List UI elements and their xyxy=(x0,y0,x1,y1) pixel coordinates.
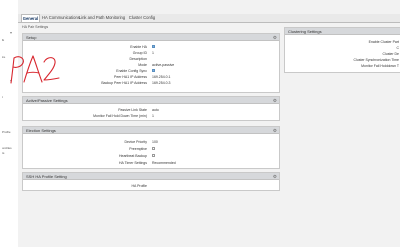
heartbeat-backup-label: Heartbeat Backup xyxy=(118,154,147,158)
panel-title: SSH HA Profile Setting xyxy=(26,174,67,180)
left-navigation-sidebar: ▾ lk ire ▾ t Profile orofiles ts xyxy=(0,0,19,247)
gear-icon[interactable]: ⚙ xyxy=(273,174,277,179)
cluster-description-label: Cluster De xyxy=(382,52,399,56)
ha-timer-settings-label: HA Timer Settings xyxy=(118,161,147,165)
chevron-icon[interactable]: ▾ xyxy=(10,30,12,35)
clustering-settings-panel: Clustering Settings Enable Cluster Part … xyxy=(284,27,400,73)
description-label: Description xyxy=(129,57,147,61)
group-id-label: Group ID xyxy=(132,51,147,55)
main-content: General HA Communications Link and Path … xyxy=(18,0,400,247)
panel-title: Election Settings xyxy=(26,128,56,134)
monitor-fail-holddown-label: Monitor Fail Holddown T xyxy=(361,64,399,68)
preemptive-label: Preemptive xyxy=(129,147,147,151)
monitor-fail-hold-down-label: Monitor Fail Hold Down Time (min) xyxy=(93,114,147,118)
tab-bar: General HA Communications Link and Path … xyxy=(18,14,400,23)
sidebar-item[interactable]: t xyxy=(2,95,3,99)
tab-cluster-config[interactable]: Cluster Config xyxy=(128,14,156,22)
monitor-fail-hold-down-value: 1 xyxy=(152,114,154,118)
gear-icon[interactable]: ⚙ xyxy=(273,128,277,133)
enable-config-sync-label: Enable Config Sync xyxy=(116,69,147,73)
heartbeat-backup-checkbox[interactable] xyxy=(152,154,156,158)
panel-header: Election Settings ⚙ xyxy=(23,127,279,134)
cluster-sync-time-label: Cluster Synchronization Time xyxy=(353,58,399,62)
sidebar-item[interactable]: lk xyxy=(2,38,4,42)
backup-peer-ha1-ip-value: 169.254.0.3 xyxy=(152,81,171,85)
panel-header: Setup ⚙ xyxy=(23,34,279,41)
ssh-ha-profile-panel: SSH HA Profile Setting ⚙ HA Profile xyxy=(22,172,280,191)
active-passive-panel: Active/Passive Settings ⚙ Passive Link S… xyxy=(22,96,280,121)
enable-ha-label: Enable HA xyxy=(130,45,147,49)
device-priority-value: 100 xyxy=(152,140,158,144)
tab-general[interactable]: General xyxy=(21,14,40,22)
device-priority-label: Device Priority xyxy=(124,140,147,144)
peer-ha1-ip-label: Peer HA1 IP Address xyxy=(113,75,147,79)
sidebar-item[interactable]: orofiles xyxy=(2,146,12,150)
passive-link-state-label: Passive Link State xyxy=(118,108,147,112)
gear-icon[interactable]: ⚙ xyxy=(273,35,277,40)
gear-icon[interactable]: ⚙ xyxy=(273,98,277,103)
peer-ha1-ip-value: 169.254.0.1 xyxy=(152,75,171,79)
enable-config-sync-checkbox[interactable] xyxy=(152,69,156,73)
sidebar-item[interactable]: ire xyxy=(2,55,5,59)
election-settings-panel: Election Settings ⚙ Device Priority 100 … xyxy=(22,126,280,169)
enable-cluster-label: Enable Cluster Part xyxy=(368,40,399,44)
group-id-value: 1 xyxy=(152,51,154,55)
sidebar-item[interactable]: ts xyxy=(2,151,4,155)
tab-ha-communications[interactable]: HA Communications xyxy=(42,14,80,22)
ha-profile-label: HA Profile xyxy=(131,184,147,188)
mode-value: active-passive xyxy=(152,63,175,67)
enable-ha-checkbox[interactable] xyxy=(152,45,156,49)
panel-title: Active/Passive Settings xyxy=(26,98,68,104)
panel-title: Setup xyxy=(26,35,37,41)
passive-link-state-value: auto xyxy=(152,108,159,112)
handwritten-pa2-annotation xyxy=(10,55,60,84)
backup-peer-ha1-ip-label: Backup Peer HA1 IP Address xyxy=(101,81,147,85)
cluster-field-label: C xyxy=(396,46,399,50)
panel-header: SSH HA Profile Setting ⚙ xyxy=(23,173,279,180)
tab-link-path-monitoring[interactable]: Link and Path Monitoring xyxy=(78,14,126,22)
ha-timer-settings-value: Recommended xyxy=(152,161,176,165)
preemptive-checkbox[interactable] xyxy=(152,147,156,151)
mode-label: Mode xyxy=(138,63,147,67)
panel-header: Clustering Settings xyxy=(285,28,400,35)
panel-title: Clustering Settings xyxy=(288,29,322,35)
panel-header: Active/Passive Settings ⚙ xyxy=(23,97,279,104)
sidebar-item[interactable]: Profile xyxy=(2,130,11,134)
page-subtitle: HA Pair Settings xyxy=(22,25,49,29)
